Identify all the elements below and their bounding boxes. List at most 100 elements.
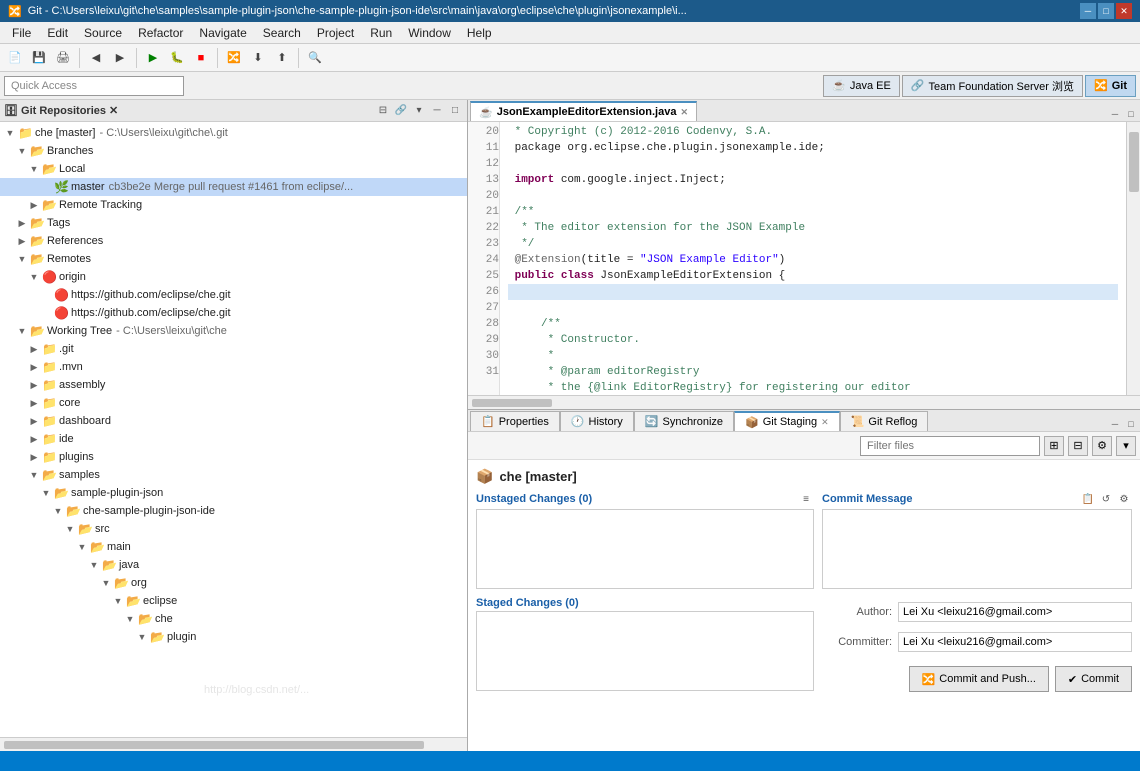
tree-tags[interactable]: ▶ 📂 Tags bbox=[0, 214, 467, 232]
toggle-che-folder[interactable]: ▼ bbox=[124, 613, 136, 625]
menu-source[interactable]: Source bbox=[76, 24, 130, 42]
toggle-eclipse[interactable]: ▼ bbox=[112, 595, 124, 607]
toggle-remote-tracking[interactable]: ▶ bbox=[28, 199, 40, 211]
close-button[interactable]: ✕ bbox=[1116, 3, 1132, 19]
unstaged-sort-btn[interactable]: ≡ bbox=[798, 491, 814, 507]
editor-hscroll-thumb[interactable] bbox=[472, 399, 552, 407]
link-editor-btn[interactable]: 🔗 bbox=[393, 103, 409, 119]
tree-origin-url1[interactable]: 🔴 https://github.com/eclipse/che.git bbox=[0, 286, 467, 304]
code-view[interactable]: * Copyright (c) 2012-2016 Codenvy, S.A. … bbox=[500, 122, 1126, 395]
tree-main[interactable]: ▼ 📂 main bbox=[0, 538, 467, 556]
maximize-button[interactable]: □ bbox=[1098, 3, 1114, 19]
toggle-spj[interactable]: ▼ bbox=[40, 487, 52, 499]
quick-access-box[interactable]: Quick Access bbox=[4, 76, 184, 96]
unstaged-files-list[interactable] bbox=[476, 509, 814, 589]
editor-hscroll[interactable] bbox=[468, 395, 1140, 409]
toggle-refs[interactable]: ▶ bbox=[16, 235, 28, 247]
tree-master[interactable]: 🌿 master cb3be2e Merge pull request #146… bbox=[0, 178, 467, 196]
tab-git-reflog[interactable]: 📜 Git Reflog bbox=[840, 411, 929, 431]
toggle-core[interactable]: ▶ bbox=[28, 397, 40, 409]
toolbar-save-btn[interactable]: 💾 bbox=[28, 47, 50, 69]
toggle-mvn[interactable]: ▶ bbox=[28, 361, 40, 373]
collapse-all-btn[interactable]: ⊟ bbox=[375, 103, 391, 119]
staged-files-list[interactable] bbox=[476, 611, 814, 691]
toggle-working-tree[interactable]: ▼ bbox=[16, 325, 28, 337]
menu-file[interactable]: File bbox=[4, 24, 39, 42]
left-panel-menu-btn[interactable]: ▾ bbox=[411, 103, 427, 119]
toggle-samples[interactable]: ▼ bbox=[28, 469, 40, 481]
tree-plugins[interactable]: ▶ 📁 plugins bbox=[0, 448, 467, 466]
author-input[interactable] bbox=[898, 602, 1132, 622]
toolbar-new-btn[interactable]: 📄 bbox=[4, 47, 26, 69]
tree-mvn[interactable]: ▶ 📁 .mvn bbox=[0, 358, 467, 376]
tree-repo-root[interactable]: ▼ 📁 che [master] - C:\Users\leixu\git\ch… bbox=[0, 124, 467, 142]
toggle-dot-git[interactable]: ▶ bbox=[28, 343, 40, 355]
tree-core[interactable]: ▶ 📁 core bbox=[0, 394, 467, 412]
tree-origin-url2[interactable]: 🔴 https://github.com/eclipse/che.git bbox=[0, 304, 467, 322]
toolbar-stop-btn[interactable]: ■ bbox=[190, 47, 212, 69]
perspective-tfs[interactable]: 🔗 Team Foundation Server 浏览 bbox=[902, 75, 1083, 97]
tree-src[interactable]: ▼ 📂 src bbox=[0, 520, 467, 538]
editor-tab-close[interactable]: ✕ bbox=[680, 107, 688, 118]
commit-msg-btn1[interactable]: 📋 bbox=[1080, 491, 1096, 507]
menu-window[interactable]: Window bbox=[400, 24, 459, 42]
toggle-src[interactable]: ▼ bbox=[64, 523, 76, 535]
tree-local[interactable]: ▼ 📂 Local bbox=[0, 160, 467, 178]
staging-tab-close[interactable]: ✕ bbox=[821, 417, 829, 428]
left-scrollbar[interactable] bbox=[0, 737, 467, 751]
menu-run[interactable]: Run bbox=[362, 24, 400, 42]
filter-files-input[interactable] bbox=[860, 436, 1040, 456]
editor-vscroll[interactable] bbox=[1126, 122, 1140, 395]
tree-dashboard[interactable]: ▶ 📁 dashboard bbox=[0, 412, 467, 430]
toggle-plugins[interactable]: ▶ bbox=[28, 451, 40, 463]
commit-msg-btn2[interactable]: ↺ bbox=[1098, 491, 1114, 507]
left-hscroll-thumb[interactable] bbox=[4, 741, 424, 749]
toggle-assembly[interactable]: ▶ bbox=[28, 379, 40, 391]
tab-properties[interactable]: 📋 Properties bbox=[470, 411, 560, 431]
editor-tab-json[interactable]: ☕ JsonExampleEditorExtension.java ✕ bbox=[470, 101, 697, 121]
committer-input[interactable] bbox=[898, 632, 1132, 652]
tree-cspji[interactable]: ▼ 📂 che-sample-plugin-json-ide bbox=[0, 502, 467, 520]
commit-message-textarea[interactable] bbox=[822, 509, 1132, 589]
toggle-dashboard[interactable]: ▶ bbox=[28, 415, 40, 427]
toggle-cspji[interactable]: ▼ bbox=[52, 505, 64, 517]
tree-remote-tracking[interactable]: ▶ 📂 Remote Tracking bbox=[0, 196, 467, 214]
toggle-ide[interactable]: ▶ bbox=[28, 433, 40, 445]
menu-navigate[interactable]: Navigate bbox=[191, 24, 254, 42]
toolbar-fwd-btn[interactable]: ▶ bbox=[109, 47, 131, 69]
tree-plugin[interactable]: ▼ 📂 plugin bbox=[0, 628, 467, 646]
minimize-button[interactable]: ─ bbox=[1080, 3, 1096, 19]
settings-staging-btn[interactable]: ⚙ bbox=[1092, 436, 1112, 456]
tree-origin[interactable]: ▼ 🔴 origin bbox=[0, 268, 467, 286]
toggle-remotes[interactable]: ▼ bbox=[16, 253, 28, 265]
toolbar-back-btn[interactable]: ◀ bbox=[85, 47, 107, 69]
toggle-main[interactable]: ▼ bbox=[76, 541, 88, 553]
bottom-minimize-btn[interactable]: ─ bbox=[1108, 417, 1122, 431]
commit-button[interactable]: ✔ Commit bbox=[1055, 666, 1132, 692]
editor-maximize-btn[interactable]: □ bbox=[1124, 107, 1138, 121]
tree-che-folder[interactable]: ▼ 📂 che bbox=[0, 610, 467, 628]
toolbar-pull-btn[interactable]: ⬇ bbox=[247, 47, 269, 69]
toggle-plugin[interactable]: ▼ bbox=[136, 631, 148, 643]
toolbar-search-btn[interactable]: 🔍 bbox=[304, 47, 326, 69]
perspective-javaee[interactable]: ☕ Java EE bbox=[823, 75, 900, 97]
commit-msg-btn3[interactable]: ⚙ bbox=[1116, 491, 1132, 507]
tree-org[interactable]: ▼ 📂 org bbox=[0, 574, 467, 592]
menu-project[interactable]: Project bbox=[309, 24, 362, 42]
left-panel-max-btn[interactable]: □ bbox=[447, 103, 463, 119]
tree-assembly[interactable]: ▶ 📁 assembly bbox=[0, 376, 467, 394]
tree-java[interactable]: ▼ 📂 java bbox=[0, 556, 467, 574]
tree-eclipse[interactable]: ▼ 📂 eclipse bbox=[0, 592, 467, 610]
toggle-origin[interactable]: ▼ bbox=[28, 271, 40, 283]
menu-edit[interactable]: Edit bbox=[39, 24, 76, 42]
toolbar-git-btn[interactable]: 🔀 bbox=[223, 47, 245, 69]
commit-and-push-button[interactable]: 🔀 Commit and Push... bbox=[909, 666, 1049, 692]
left-panel-min-btn[interactable]: ─ bbox=[429, 103, 445, 119]
tree-samples[interactable]: ▼ 📂 samples bbox=[0, 466, 467, 484]
toggle-repo[interactable]: ▼ bbox=[4, 127, 16, 139]
tab-history[interactable]: 🕐 History bbox=[560, 411, 634, 431]
editor-minimize-btn[interactable]: ─ bbox=[1108, 107, 1122, 121]
tree-remotes[interactable]: ▼ 📂 Remotes bbox=[0, 250, 467, 268]
tree-ide[interactable]: ▶ 📁 ide bbox=[0, 430, 467, 448]
toolbar-push-btn[interactable]: ⬆ bbox=[271, 47, 293, 69]
